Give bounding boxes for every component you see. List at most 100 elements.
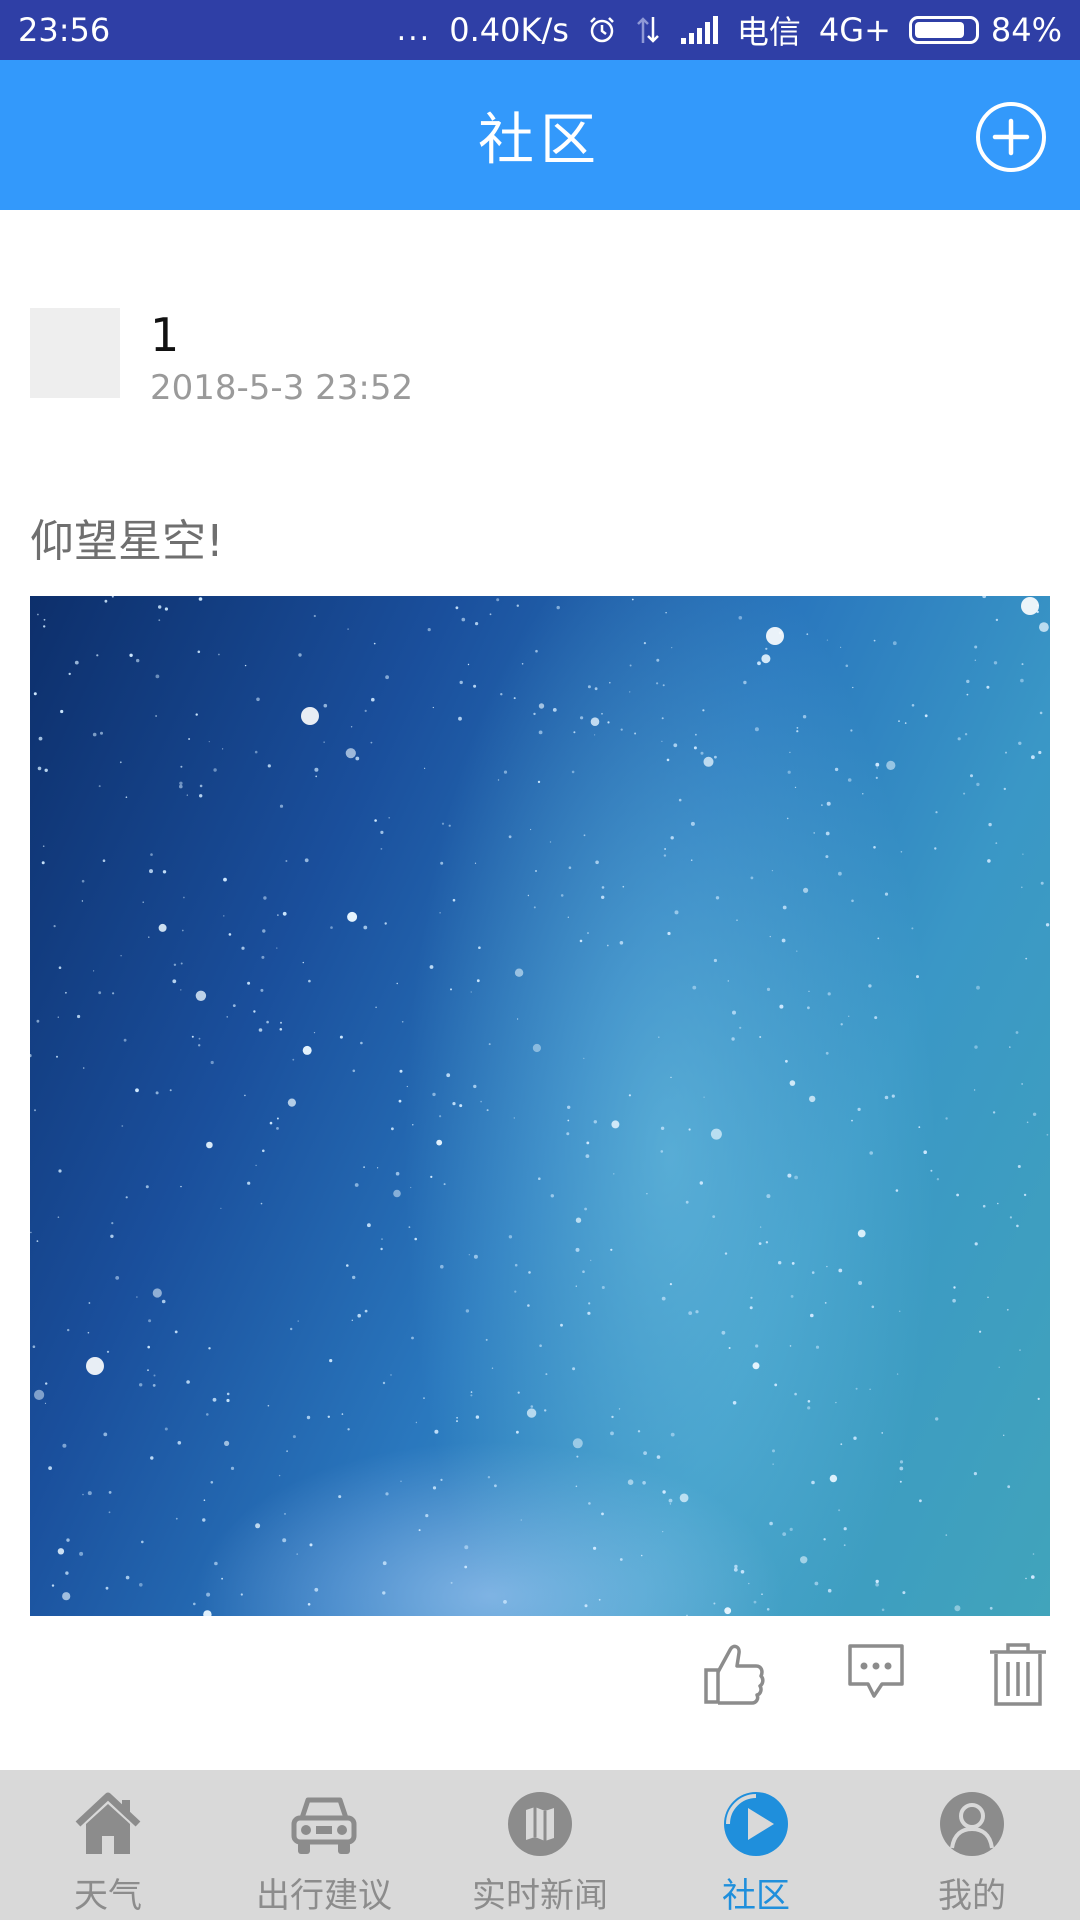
- star: [347, 628, 349, 630]
- star: [669, 1503, 672, 1505]
- star: [750, 1296, 753, 1299]
- star: [660, 1150, 664, 1153]
- delete-icon[interactable]: [986, 1640, 1050, 1708]
- nav-label: 我的: [938, 1876, 1006, 1916]
- star: [593, 1120, 597, 1124]
- star: [594, 734, 596, 736]
- star: [496, 598, 500, 602]
- star: [661, 740, 663, 742]
- nav-item-travel[interactable]: 出行建议: [216, 1770, 432, 1920]
- star: [223, 877, 227, 882]
- star: [173, 963, 177, 966]
- star: [381, 1238, 383, 1240]
- star: [98, 785, 101, 788]
- star: [247, 981, 251, 985]
- star: [1009, 1046, 1011, 1048]
- star: [123, 1038, 127, 1042]
- star: [576, 1455, 579, 1458]
- star: [825, 1051, 829, 1055]
- star: [549, 841, 552, 843]
- star: [43, 618, 46, 621]
- star: [150, 853, 153, 856]
- star: [174, 1330, 178, 1334]
- star: [436, 1139, 443, 1146]
- star: [255, 1523, 261, 1529]
- star: [1015, 1031, 1019, 1034]
- star: [843, 1527, 847, 1531]
- star: [136, 1296, 138, 1298]
- star: [452, 898, 456, 902]
- star: [911, 927, 914, 930]
- star: [241, 946, 245, 950]
- star: [807, 1406, 811, 1410]
- post-image[interactable]: [30, 596, 1050, 1616]
- star: [521, 663, 524, 665]
- author-name[interactable]: 1: [150, 308, 179, 362]
- star: [65, 991, 67, 994]
- star: [595, 860, 599, 865]
- star: [141, 1540, 144, 1544]
- star: [210, 1481, 214, 1484]
- nav-item-community[interactable]: 社区: [648, 1770, 864, 1920]
- star: [628, 1094, 632, 1097]
- star: [186, 794, 188, 796]
- star: [135, 1088, 139, 1093]
- star: [661, 1296, 666, 1301]
- post-actions: [702, 1640, 1050, 1708]
- star: [282, 1538, 287, 1543]
- star: [584, 1207, 587, 1211]
- star: [406, 1085, 408, 1088]
- star: [851, 899, 854, 903]
- star: [354, 1183, 359, 1187]
- like-icon[interactable]: [702, 1640, 766, 1708]
- star: [670, 1432, 675, 1437]
- star: [380, 848, 383, 850]
- star: [686, 1614, 688, 1616]
- star: [838, 871, 842, 876]
- star: [315, 775, 318, 778]
- star: [966, 679, 970, 684]
- star: [721, 1330, 726, 1335]
- star: [136, 658, 140, 663]
- star: [36, 1240, 39, 1242]
- star: [881, 1432, 883, 1434]
- star: [221, 1577, 224, 1580]
- star: [125, 1196, 128, 1199]
- star: [787, 770, 791, 774]
- star: [276, 1127, 279, 1130]
- star: [986, 685, 990, 689]
- star: [513, 1117, 515, 1119]
- star: [871, 1305, 875, 1309]
- star: [794, 1175, 798, 1180]
- star: [898, 720, 900, 722]
- star: [911, 704, 915, 707]
- star: [835, 1401, 837, 1404]
- add-post-button[interactable]: [976, 102, 1046, 172]
- nav-item-weather[interactable]: 天气: [0, 1770, 216, 1920]
- star: [388, 817, 391, 819]
- star: [875, 1579, 879, 1584]
- nav-item-news[interactable]: 实时新闻: [432, 1770, 648, 1920]
- star: [1017, 1165, 1021, 1168]
- star: [550, 1194, 554, 1198]
- star: [240, 1593, 243, 1596]
- star: [877, 937, 880, 940]
- star: [748, 1582, 750, 1585]
- star: [441, 822, 445, 825]
- star: [66, 1538, 70, 1542]
- star: [111, 596, 114, 598]
- star: [286, 1450, 288, 1453]
- comment-icon[interactable]: [844, 1640, 908, 1708]
- star: [778, 1261, 782, 1265]
- nav-item-profile[interactable]: 我的: [864, 1770, 1080, 1920]
- star: [629, 691, 631, 693]
- star: [899, 1460, 904, 1464]
- battery-icon: [908, 16, 979, 44]
- star: [158, 605, 162, 609]
- star: [513, 697, 516, 700]
- star: [807, 1400, 811, 1403]
- star: [520, 1519, 523, 1521]
- star: [572, 1438, 583, 1449]
- screen: 23:56 ... 0.40K/s 电信 4G+ 84% 社区 1 2018-5…: [0, 0, 1080, 1920]
- avatar[interactable]: [30, 308, 120, 398]
